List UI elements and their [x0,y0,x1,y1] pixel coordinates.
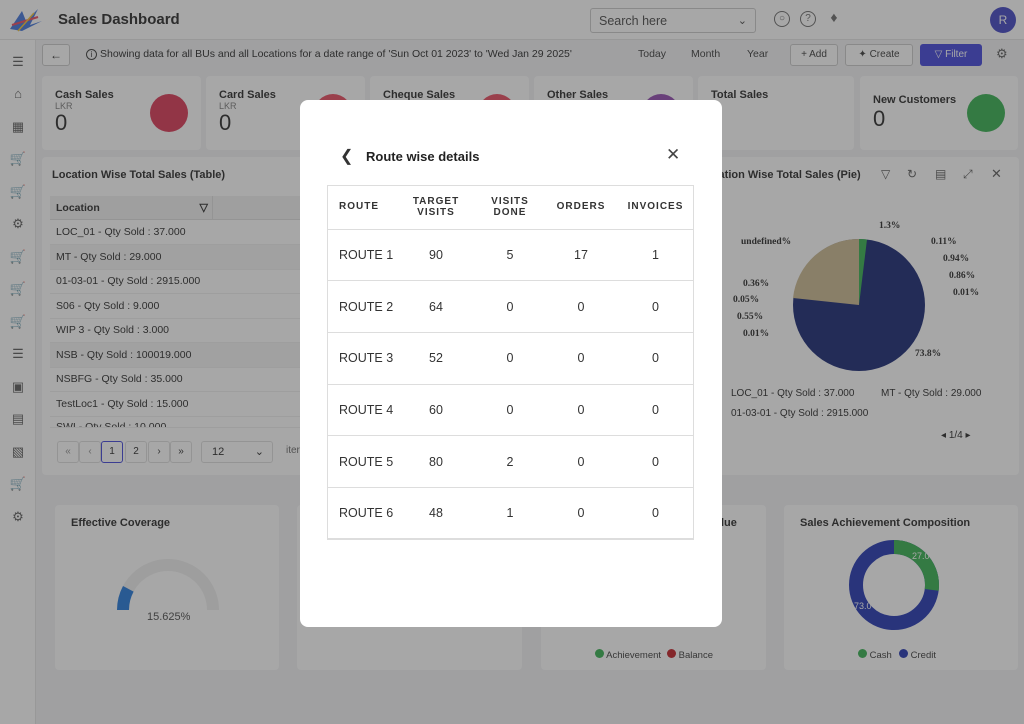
table-row[interactable]: ROUTE 1 90 5 17 1 [327,229,694,282]
cell-done: 0 [475,332,545,385]
cell-invoices: 0 [617,280,694,333]
cell-route: ROUTE 5 [327,435,397,488]
table-row[interactable]: ROUTE 2 64 0 0 0 [327,280,694,333]
cell-done: 0 [475,280,545,333]
cell-target: 64 [397,280,475,333]
cell-route: ROUTE 4 [327,384,397,437]
cell-done: 0 [475,384,545,437]
cell-route: ROUTE 6 [327,487,397,540]
cell-invoices: 0 [617,384,694,437]
cell-invoices: 0 [617,487,694,540]
cell-route: ROUTE 2 [327,280,397,333]
cell-invoices: 0 [617,435,694,488]
cell-done: 1 [475,487,545,540]
table-row[interactable]: ROUTE 4 60 0 0 0 [327,384,694,437]
table-row[interactable]: ROUTE 3 52 0 0 0 [327,332,694,385]
chevron-left-icon[interactable]: ❮ [340,146,353,166]
cell-done: 5 [475,229,545,282]
cell-invoices: 1 [617,229,694,282]
route-table-body: ROUTE 1 90 5 17 1 ROUTE 2 64 0 0 0 ROUTE 3 52 0 0 0 ROU… [327,229,694,540]
cell-done: 2 [475,435,545,488]
cell-target: 48 [397,487,475,540]
cell-target: 60 [397,384,475,437]
cell-target: 52 [397,332,475,385]
column-header: TARGET VISITS [397,185,475,230]
cell-route: ROUTE 1 [327,229,397,282]
cell-orders: 0 [545,384,617,437]
modal-title: Route wise details [366,149,480,164]
cell-orders: 0 [545,487,617,540]
cell-invoices: 0 [617,332,694,385]
route-table: ROUTE TARGET VISITS VISITS DONE ORDERS I… [327,185,694,540]
cell-route: ROUTE 3 [327,332,397,385]
cell-orders: 0 [545,280,617,333]
column-header: INVOICES [617,185,694,230]
cell-orders: 0 [545,435,617,488]
column-header: VISITS DONE [475,185,545,230]
cell-target: 80 [397,435,475,488]
table-row[interactable]: ROUTE 5 80 2 0 0 [327,435,694,488]
route-details-modal: ❮ Route wise details ✕ ROUTE TARGET VISI… [300,100,722,627]
cell-orders: 0 [545,332,617,385]
cell-target: 90 [397,229,475,282]
cell-orders: 17 [545,229,617,282]
column-header: ROUTE [327,185,397,230]
close-icon[interactable]: ✕ [666,145,680,165]
column-header: ORDERS [545,185,617,230]
table-row[interactable]: ROUTE 6 48 1 0 0 [327,487,694,540]
